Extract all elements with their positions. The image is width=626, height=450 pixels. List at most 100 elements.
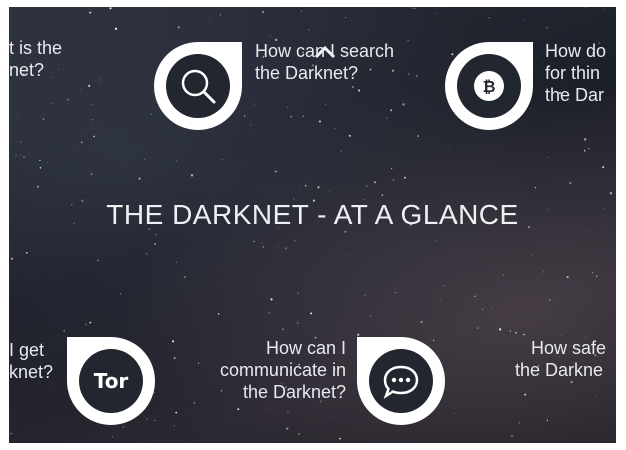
star bbox=[598, 131, 600, 132]
star bbox=[448, 146, 450, 147]
star bbox=[407, 73, 410, 76]
svg-text:₿: ₿ bbox=[482, 77, 495, 96]
star bbox=[80, 89, 82, 91]
star bbox=[569, 181, 572, 185]
star bbox=[566, 275, 569, 279]
star bbox=[439, 300, 441, 302]
star bbox=[173, 425, 175, 427]
star bbox=[524, 393, 527, 396]
star bbox=[89, 11, 92, 14]
star bbox=[502, 274, 505, 276]
star bbox=[51, 103, 53, 105]
card-line: I get bbox=[9, 340, 45, 360]
star bbox=[407, 39, 409, 42]
star bbox=[592, 272, 594, 274]
star bbox=[345, 16, 347, 19]
star bbox=[11, 257, 14, 260]
star bbox=[392, 178, 395, 181]
star bbox=[290, 115, 293, 118]
star bbox=[543, 62, 545, 64]
star bbox=[66, 98, 69, 101]
card-line: How do bbox=[545, 41, 607, 61]
card-line: the Darkne bbox=[515, 360, 604, 380]
star bbox=[268, 311, 271, 314]
tor-card-badge[interactable]: Tor bbox=[67, 337, 155, 425]
star bbox=[436, 240, 437, 242]
star bbox=[150, 113, 153, 116]
star bbox=[595, 275, 598, 278]
star bbox=[158, 335, 160, 337]
star bbox=[416, 75, 418, 77]
star bbox=[329, 417, 330, 419]
star bbox=[286, 427, 289, 430]
card-text-search[interactable]: How can I search the Darknet? bbox=[255, 40, 394, 84]
star bbox=[121, 139, 123, 140]
star bbox=[262, 246, 265, 248]
star bbox=[93, 135, 95, 138]
star bbox=[154, 420, 156, 422]
star bbox=[269, 407, 271, 409]
tor-icon: Tor bbox=[79, 349, 143, 413]
star bbox=[549, 299, 551, 301]
star bbox=[36, 185, 39, 188]
star bbox=[546, 26, 548, 29]
card-text-get-darknet[interactable]: I get knet? bbox=[9, 339, 53, 383]
star bbox=[23, 156, 25, 158]
star bbox=[15, 154, 18, 157]
star bbox=[47, 161, 49, 163]
star bbox=[222, 159, 223, 160]
bitcoin-icon: ₿ bbox=[457, 54, 521, 118]
star bbox=[340, 150, 342, 152]
star bbox=[304, 185, 307, 187]
star bbox=[90, 173, 93, 176]
star bbox=[249, 124, 252, 126]
star bbox=[325, 104, 326, 105]
star bbox=[81, 141, 83, 144]
card-text-communicate[interactable]: How can I communicate in the Darknet? bbox=[174, 337, 346, 403]
card-line: net? bbox=[9, 60, 45, 80]
star bbox=[237, 408, 240, 411]
star bbox=[20, 154, 22, 156]
star bbox=[294, 239, 297, 242]
chat-card-badge[interactable] bbox=[357, 337, 445, 425]
star bbox=[512, 268, 514, 270]
star bbox=[404, 176, 406, 179]
star bbox=[443, 285, 445, 287]
star bbox=[596, 395, 598, 398]
card-text-how-safe[interactable]: How safe the Darkne bbox=[509, 337, 616, 381]
star bbox=[176, 160, 178, 162]
card-line: the Darknet? bbox=[255, 63, 359, 83]
star bbox=[308, 29, 310, 31]
star bbox=[364, 294, 366, 296]
star bbox=[414, 7, 416, 9]
star bbox=[301, 10, 303, 12]
star bbox=[111, 436, 114, 438]
star bbox=[209, 18, 211, 20]
star bbox=[560, 334, 562, 336]
star bbox=[287, 106, 289, 108]
star bbox=[306, 251, 308, 252]
star bbox=[491, 308, 493, 310]
star bbox=[523, 333, 525, 336]
bitcoin-card-badge[interactable]: ₿ bbox=[445, 42, 533, 130]
star bbox=[358, 89, 361, 92]
star bbox=[63, 329, 66, 332]
search-card-badge[interactable] bbox=[154, 42, 242, 130]
star bbox=[175, 411, 178, 414]
star bbox=[176, 261, 178, 263]
star bbox=[217, 313, 220, 315]
star bbox=[515, 331, 517, 334]
card-text-what-is[interactable]: t is the net? bbox=[9, 37, 62, 81]
star bbox=[91, 118, 94, 121]
star bbox=[386, 117, 388, 119]
star bbox=[432, 339, 435, 342]
card-text-bitcoin[interactable]: How do for thin the Dar bbox=[545, 40, 606, 106]
star bbox=[344, 230, 347, 233]
star bbox=[351, 85, 354, 88]
star bbox=[154, 243, 157, 245]
card-line: How can I search bbox=[255, 41, 395, 61]
card-line: t is the bbox=[9, 38, 63, 58]
star bbox=[250, 130, 251, 131]
star bbox=[145, 252, 148, 255]
star bbox=[297, 432, 301, 436]
